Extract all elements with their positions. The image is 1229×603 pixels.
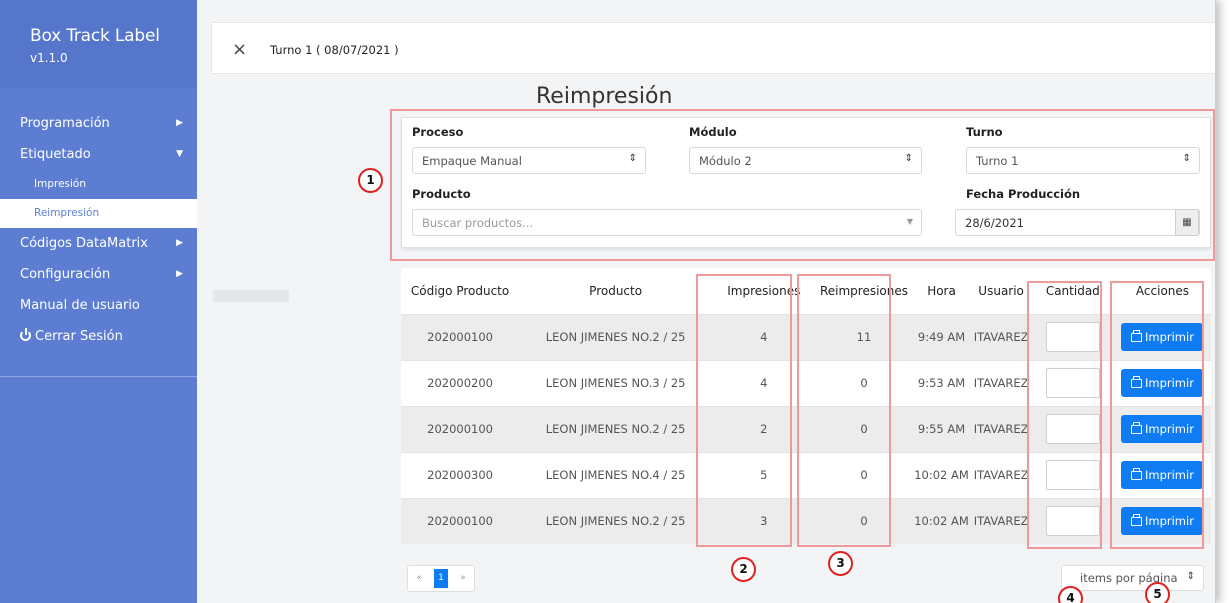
annotation-marker-1: 1 (358, 168, 383, 193)
app-title: Box Track Label (30, 26, 160, 46)
chevron-right-icon: ▶ (176, 238, 183, 248)
col-codigo: Código Producto (401, 268, 520, 314)
sidebar-item-label: Cerrar Sesión (35, 329, 123, 344)
sidebar-item-configuracion[interactable]: Configuración ▶ (0, 259, 197, 290)
items-per-page-select[interactable]: items por página ⇕ (1061, 565, 1204, 591)
col-hora: Hora (912, 268, 971, 314)
sidebar-item-reimpresion[interactable]: Reimpresión (0, 199, 197, 228)
annotation-box-cantidad (1027, 281, 1102, 549)
sidebar-item-label: Impresión (34, 178, 87, 190)
cell-codigo: 202000100 (401, 497, 520, 544)
sidebar-divider (0, 376, 197, 377)
sidebar-item-label: Reimpresión (34, 207, 100, 219)
annotation-marker-3: 3 (828, 551, 853, 576)
cell-hora: 10:02 AM (912, 497, 971, 544)
annotation-box-filters (390, 109, 1215, 261)
top-bar: × Turno 1 ( 08/07/2021 ) (211, 22, 1215, 74)
chevron-right-icon: ▶ (176, 118, 183, 128)
brand: Box Track Label v1.1.0 (0, 0, 197, 88)
pagination: « 1 » (407, 565, 475, 592)
sidebar-item-etiquetado[interactable]: Etiquetado ▼ (0, 139, 197, 170)
cell-usuario: ITAVAREZ (970, 451, 1032, 498)
chevron-down-icon: ▼ (176, 149, 183, 159)
sidebar-item-manual[interactable]: Manual de usuario (0, 290, 197, 321)
annotation-box-impresiones (696, 274, 792, 547)
cell-producto: LEON JIMENES NO.2 / 25 (519, 405, 713, 452)
col-usuario: Usuario (970, 268, 1032, 314)
page-title: Reimpresión (536, 84, 673, 109)
cell-producto: LEON JIMENES NO.2 / 25 (519, 497, 713, 544)
cell-usuario: ITAVAREZ (970, 313, 1032, 360)
cell-hora: 10:02 AM (912, 451, 971, 498)
cell-codigo: 202000200 (401, 359, 520, 406)
sidebar-item-impresion[interactable]: Impresión (0, 170, 197, 199)
select-arrows-icon: ⇕ (1186, 571, 1195, 582)
sidebar-item-programacion[interactable]: Programación ▶ (0, 108, 197, 139)
sidebar-item-label: Programación (20, 116, 110, 131)
chevron-right-icon: ▶ (176, 269, 183, 279)
cell-hora: 9:49 AM (912, 313, 971, 360)
sidebar-item-label: Configuración (20, 267, 111, 282)
sidebar-item-logout[interactable]: Cerrar Sesión (0, 321, 197, 352)
power-icon (20, 328, 31, 341)
cell-usuario: ITAVAREZ (970, 497, 1032, 544)
annotation-marker-5: 5 (1145, 582, 1170, 603)
cell-codigo: 202000300 (401, 451, 520, 498)
sidebar: Box Track Label v1.1.0 Programación ▶ Eti… (0, 0, 197, 603)
annotation-box-reimpresiones (797, 274, 891, 547)
cell-hora: 9:55 AM (912, 405, 971, 452)
app-version: v1.1.0 (30, 51, 68, 65)
cell-usuario: ITAVAREZ (970, 405, 1032, 452)
shift-label: Turno 1 ( 08/07/2021 ) (270, 43, 399, 57)
col-producto: Producto (519, 268, 713, 314)
cell-producto: LEON JIMENES NO.2 / 25 (519, 313, 713, 360)
sidebar-item-label: Manual de usuario (20, 298, 140, 313)
sidebar-item-label: Códigos DataMatrix (20, 236, 148, 251)
cell-usuario: ITAVAREZ (970, 359, 1032, 406)
cell-codigo: 202000100 (401, 405, 520, 452)
placeholder-block (213, 290, 289, 302)
annotation-marker-2: 2 (731, 557, 756, 582)
cell-hora: 9:53 AM (912, 359, 971, 406)
pagination-next[interactable]: » (452, 566, 474, 591)
annotation-box-acciones (1110, 281, 1204, 549)
sidebar-item-label: Etiquetado (20, 147, 91, 162)
cell-codigo: 202000100 (401, 313, 520, 360)
close-icon[interactable]: × (232, 39, 247, 60)
pagination-prev[interactable]: « (408, 566, 430, 591)
pagination-page-1[interactable]: 1 (434, 569, 448, 588)
cell-producto: LEON JIMENES NO.3 / 25 (519, 359, 713, 406)
cell-producto: LEON JIMENES NO.4 / 25 (519, 451, 713, 498)
sidebar-item-codigos-datamatrix[interactable]: Códigos DataMatrix ▶ (0, 228, 197, 259)
app-window: Box Track Label v1.1.0 Programación ▶ Eti… (0, 0, 1216, 603)
